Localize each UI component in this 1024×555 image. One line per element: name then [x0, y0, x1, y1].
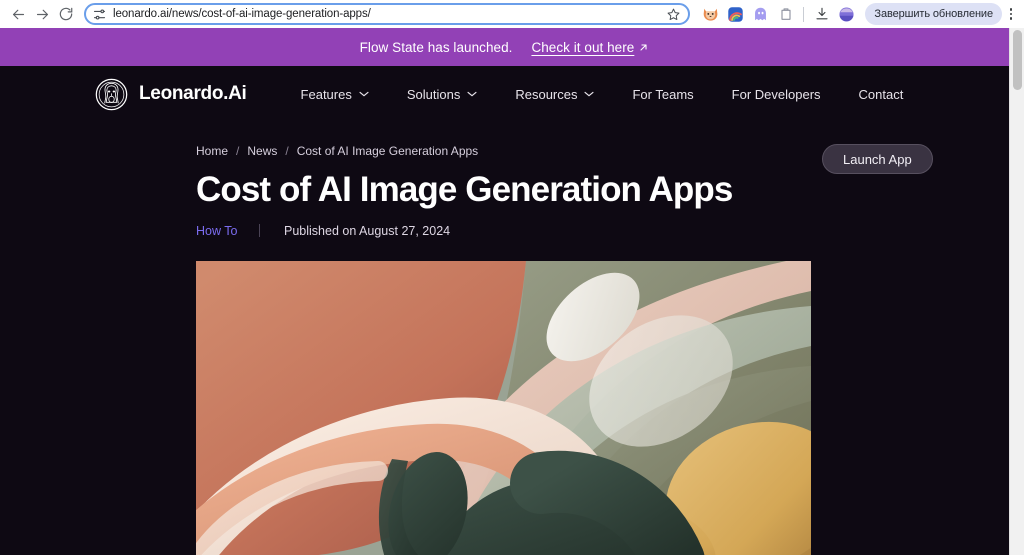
download-icon[interactable] — [809, 2, 834, 26]
fox-extension-icon[interactable] — [698, 2, 723, 26]
article-container: Home / News / Cost of AI Image Generatio… — [0, 122, 1009, 555]
abstract-flowing-shapes-graphic — [196, 260, 811, 555]
nav-label: Contact — [858, 86, 904, 102]
back-arrow-icon — [12, 9, 24, 19]
nav-item-solutions[interactable]: Solutions — [388, 81, 496, 108]
nav-label: Solutions — [406, 86, 461, 102]
breadcrumb-separator: / — [236, 144, 240, 158]
rainbow-glyph-icon — [728, 6, 744, 22]
toolbar-divider — [803, 6, 805, 22]
finish-update-label: Завершить обновление — [874, 8, 993, 20]
kebab-dot — [1009, 12, 1013, 16]
article-category-link[interactable]: How To — [196, 224, 259, 238]
breadcrumb-item-home[interactable]: Home — [196, 144, 228, 158]
meta-divider — [259, 224, 260, 238]
announcement-link[interactable]: Check it out here — [531, 40, 649, 55]
announcement-link-label[interactable]: Check it out here — [531, 40, 634, 55]
chevron-down-icon — [584, 91, 595, 97]
profile-avatar[interactable] — [834, 2, 859, 26]
forward-arrow-icon — [36, 9, 48, 19]
scrollbar-thumb[interactable] — [1013, 30, 1022, 90]
back-button[interactable] — [6, 2, 30, 26]
nav-item-features[interactable]: Features — [282, 81, 388, 108]
fox-glyph-icon — [704, 8, 718, 21]
brand-logo[interactable]: Leonardo.Ai — [95, 78, 247, 111]
reload-icon — [59, 7, 73, 21]
url-text[interactable]: leonardo.ai/news/cost-of-ai-image-genera… — [113, 8, 662, 20]
site-settings-icon[interactable] — [92, 7, 107, 22]
nav-label: Features — [300, 86, 352, 102]
forward-button[interactable] — [30, 2, 54, 26]
nav-item-for-developers[interactable]: For Developers — [713, 81, 840, 108]
kebab-dot — [1009, 17, 1013, 20]
clipboard-extension-icon[interactable] — [773, 2, 798, 26]
page-scrollbar[interactable] — [1009, 28, 1024, 555]
breadcrumb-item-current: Cost of AI Image Generation Apps — [296, 144, 479, 158]
download-arrow-icon — [816, 7, 828, 20]
page-title: Cost of AI Image Generation Apps — [196, 170, 733, 209]
article-meta: How To Published on August 27, 2024 — [196, 224, 1009, 238]
main-navigation: Features Solutions Resources For Teams F… — [282, 81, 923, 108]
ghost-glyph-icon — [755, 7, 767, 20]
page-viewport: Flow State has launched. Check it out he… — [0, 28, 1024, 555]
announcement-banner: Flow State has launched. Check it out he… — [0, 28, 1009, 66]
leonardo-emblem-icon — [95, 78, 128, 110]
article-hero-image — [196, 260, 811, 555]
browser-menu-button[interactable] — [1004, 3, 1018, 25]
profile-avatar-icon — [839, 6, 854, 22]
nav-label: Resources — [515, 86, 578, 102]
extensions-strip — [698, 2, 859, 26]
nav-label: For Teams — [632, 86, 694, 102]
chevron-down-icon — [467, 91, 477, 97]
clipboard-glyph-icon — [781, 8, 791, 20]
nav-item-resources[interactable]: Resources — [496, 81, 613, 108]
nav-label: For Developers — [731, 86, 821, 102]
browser-toolbar: leonardo.ai/news/cost-of-ai-image-genera… — [0, 0, 1024, 28]
kebab-dot — [1009, 8, 1013, 11]
reload-button[interactable] — [54, 2, 78, 26]
breadcrumb-separator: / — [285, 144, 289, 158]
breadcrumb-item-news[interactable]: News — [247, 144, 277, 158]
nav-item-contact[interactable]: Contact — [840, 81, 923, 108]
announcement-text: Flow State has launched. — [359, 39, 513, 55]
address-bar[interactable]: leonardo.ai/news/cost-of-ai-image-genera… — [84, 3, 691, 25]
site-header: Leonardo.Ai Features Solutions Resources… — [0, 66, 1009, 174]
ghost-extension-icon[interactable] — [748, 2, 773, 26]
article-published-date: Published on August 27, 2024 — [284, 223, 451, 238]
arrow-up-right-icon — [640, 43, 647, 51]
brand-name: Leonardo.Ai — [139, 83, 247, 104]
nav-item-for-teams[interactable]: For Teams — [613, 81, 712, 108]
rainbow-extension-icon[interactable] — [723, 2, 748, 26]
web-page: Flow State has launched. Check it out he… — [0, 28, 1009, 555]
star-icon[interactable] — [666, 7, 681, 22]
finish-update-button[interactable]: Завершить обновление — [865, 3, 1002, 25]
chevron-down-icon — [359, 91, 369, 97]
breadcrumb: Home / News / Cost of AI Image Generatio… — [196, 122, 1009, 158]
